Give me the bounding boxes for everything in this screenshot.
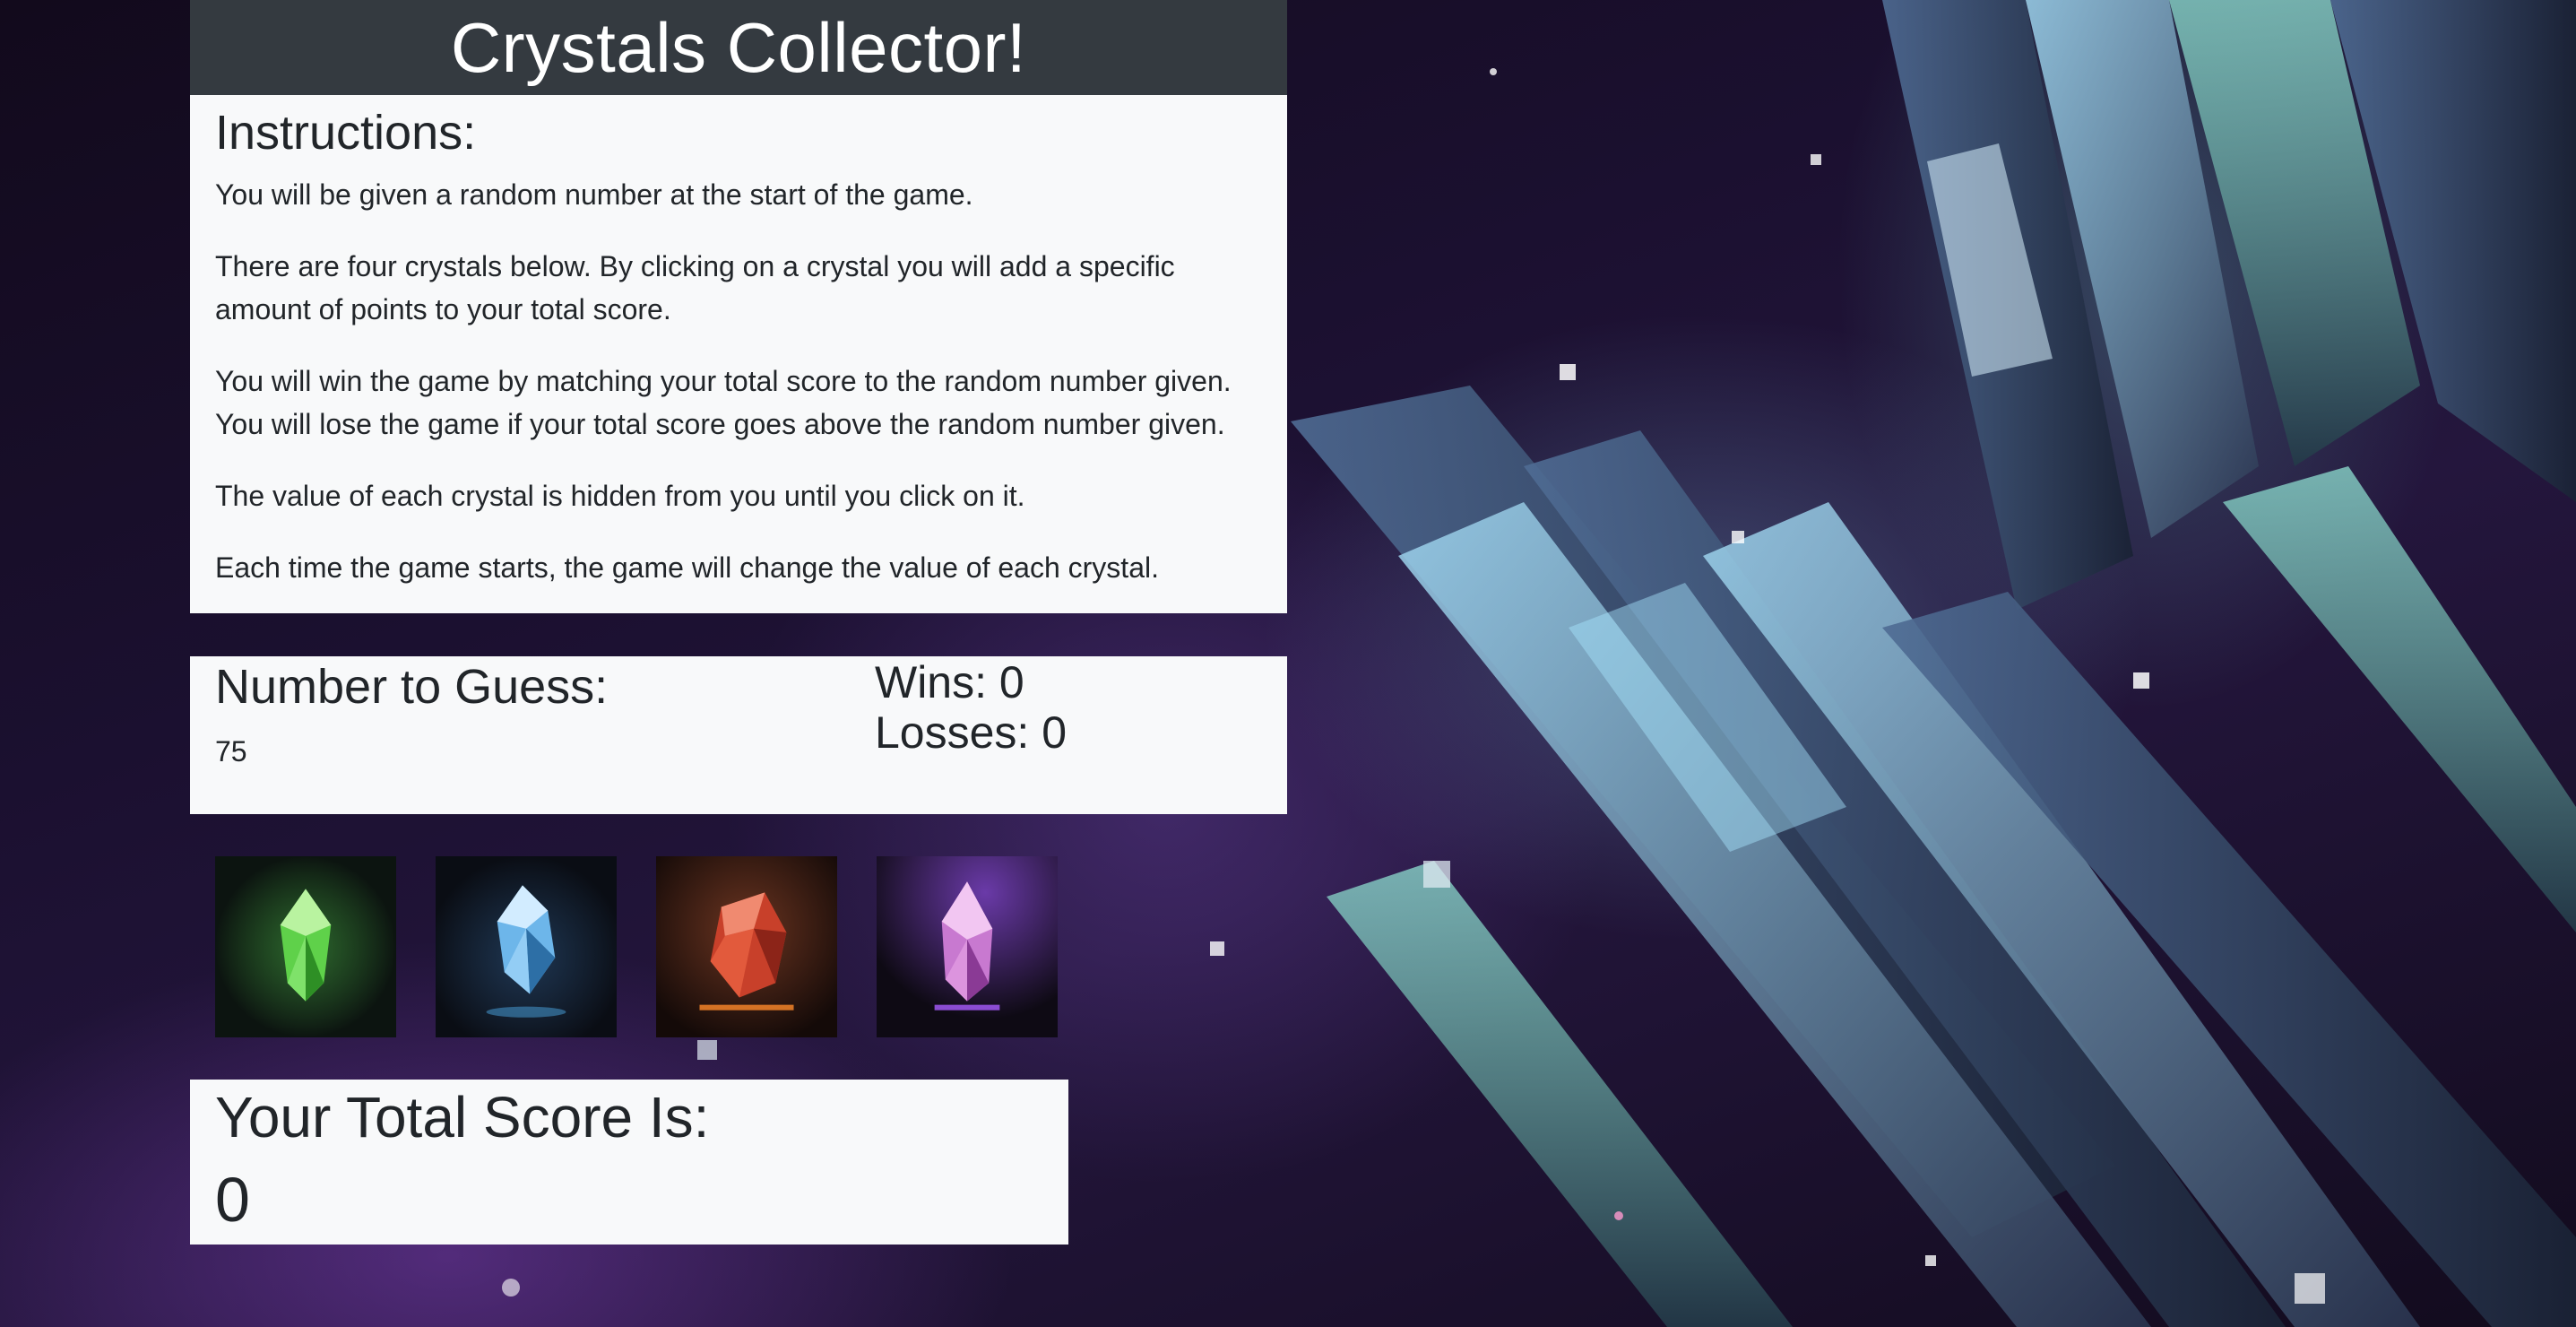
red-crystal-icon[interactable]: [656, 856, 837, 1037]
instruction-paragraph: You will win the game by matching your t…: [215, 364, 1232, 440]
number-to-guess-label: Number to Guess:: [215, 660, 609, 714]
losses-counter: Losses: 0: [875, 707, 1068, 758]
green-crystal-icon[interactable]: [215, 856, 396, 1037]
instruction-paragraph: The value of each crystal is hidden from…: [215, 479, 1025, 512]
purple-crystal-icon[interactable]: [877, 856, 1058, 1037]
instructions-heading: Instructions:: [215, 106, 477, 160]
stats-panel: Number to Guess: 75 Wins: 0 Losses: 0: [190, 656, 1287, 814]
instruction-paragraph: Each time the game starts, the game will…: [215, 551, 1159, 584]
total-score-label: Your Total Score Is:: [215, 1085, 710, 1149]
wins-counter: Wins: 0: [875, 657, 1024, 707]
instruction-paragraph: There are four crystals below. By clicki…: [215, 249, 1175, 325]
game-title: Crystals Collector!: [450, 8, 1027, 87]
number-to-guess-value: 75: [215, 735, 247, 768]
total-score-value: 0: [215, 1165, 250, 1235]
instruction-paragraph: You will be given a random number at the…: [215, 178, 973, 211]
blue-crystal-icon[interactable]: [436, 856, 617, 1037]
total-score-panel: Your Total Score Is: 0: [190, 1080, 1068, 1245]
instructions-panel: Instructions: You will be given a random…: [190, 95, 1287, 613]
game-header: Crystals Collector!: [190, 0, 1287, 95]
crystal-buttons-row: [215, 856, 1058, 1037]
